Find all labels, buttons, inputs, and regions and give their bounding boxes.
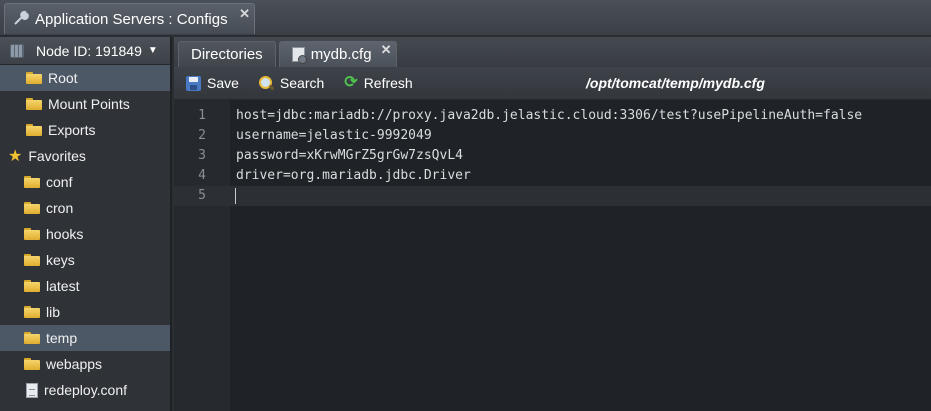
tree-item-temp[interactable]: temp xyxy=(0,325,170,351)
window-title: Application Servers : Configs xyxy=(35,10,228,28)
file-icon xyxy=(26,382,38,398)
tree-item-label: webapps xyxy=(46,356,103,372)
search-icon xyxy=(258,75,274,91)
editor-tab-bar: Directories mydb.cfg ✕ xyxy=(174,37,931,67)
window-tab-configs[interactable]: Application Servers : Configs ✕ xyxy=(4,3,255,34)
folder-icon xyxy=(24,332,40,344)
node-label: Node ID: 191849 xyxy=(36,42,142,59)
folder-icon xyxy=(24,176,40,188)
tree-item-label: latest xyxy=(46,278,80,294)
tree-item-latest[interactable]: latest xyxy=(0,273,170,299)
tab-directories[interactable]: Directories xyxy=(178,41,276,67)
editor-panel: Directories mydb.cfg ✕ Save Search ⟳ Ref… xyxy=(174,37,931,411)
line-text: password=xKrwMGrZ5grGw7zsQvL4 xyxy=(236,148,463,163)
tree-item-favorites[interactable]: ★ Favorites xyxy=(0,143,170,169)
code-line[interactable]: 2 username=jelastic-9992049 xyxy=(174,126,931,146)
close-tab-icon[interactable]: ✕ xyxy=(381,42,392,58)
tree-item-label: hooks xyxy=(46,226,84,242)
folder-icon xyxy=(24,228,40,240)
code-line-current[interactable]: 5 xyxy=(174,186,931,206)
code-line[interactable]: 1 host=jdbc:mariadb://proxy.java2db.jela… xyxy=(174,106,931,126)
tree-item-label: Root xyxy=(48,70,78,86)
code-line[interactable]: 3 password=xKrwMGrZ5grGw7zsQvL4 xyxy=(174,146,931,166)
line-number: 1 xyxy=(198,108,206,123)
tab-mydb-cfg[interactable]: mydb.cfg ✕ xyxy=(278,41,397,67)
folder-icon xyxy=(24,306,40,318)
refresh-button[interactable]: ⟳ Refresh xyxy=(344,74,413,92)
editor-toolbar: Save Search ⟳ Refresh /opt/tomcat/temp/m… xyxy=(174,67,931,100)
chevron-down-icon[interactable]: ▼ xyxy=(148,45,158,56)
code-line[interactable]: 4 driver=org.mariadb.jdbc.Driver xyxy=(174,166,931,186)
close-window-icon[interactable]: ✕ xyxy=(239,6,250,22)
tree-item-mount-points[interactable]: Mount Points xyxy=(0,91,170,117)
folder-icon xyxy=(24,254,40,266)
line-number: 5 xyxy=(198,188,206,203)
tree-item-exports[interactable]: Exports xyxy=(0,117,170,143)
tree-item-label: Mount Points xyxy=(48,96,130,112)
text-cursor xyxy=(235,188,236,204)
tree-item-hooks[interactable]: hooks xyxy=(0,221,170,247)
file-path: /opt/tomcat/temp/mydb.cfg xyxy=(586,75,765,91)
wrench-icon xyxy=(13,10,29,29)
tree-item-webapps[interactable]: webapps xyxy=(0,351,170,377)
tree-item-conf[interactable]: conf xyxy=(0,169,170,195)
tree-item-label: lib xyxy=(46,304,61,320)
line-number: 2 xyxy=(198,128,206,143)
line-text: username=jelastic-9992049 xyxy=(236,128,432,143)
tree-item-label: conf xyxy=(46,174,73,190)
node-selector[interactable]: Node ID: 191849 ▼ xyxy=(0,37,170,65)
refresh-icon: ⟳ xyxy=(344,74,358,91)
tree-item-lib[interactable]: lib xyxy=(0,299,170,325)
tree-item-redeploy-conf[interactable]: redeploy.conf xyxy=(0,377,170,403)
search-button[interactable]: Search xyxy=(258,75,325,91)
tree-item-root[interactable]: Root xyxy=(0,65,170,91)
save-label: Save xyxy=(207,75,239,91)
node-icon xyxy=(10,43,24,58)
star-icon: ★ xyxy=(8,148,23,165)
code-editor[interactable]: 1 host=jdbc:mariadb://proxy.java2db.jela… xyxy=(174,100,931,411)
folder-icon xyxy=(24,358,40,370)
tree-item-label: temp xyxy=(46,330,78,346)
save-icon xyxy=(186,75,201,91)
tree-item-label: keys xyxy=(46,252,75,268)
folder-icon xyxy=(26,98,42,110)
search-label: Search xyxy=(279,75,325,91)
tree-item-label: Exports xyxy=(48,122,96,138)
window-tab-bar: Application Servers : Configs ✕ xyxy=(0,0,931,36)
folder-icon xyxy=(26,124,42,136)
sidebar: Node ID: 191849 ▼ Root Mount Points Expo… xyxy=(0,37,172,411)
config-file-icon xyxy=(291,47,307,64)
line-number: 4 xyxy=(198,168,206,183)
folder-icon xyxy=(24,280,40,292)
folder-icon xyxy=(26,72,42,84)
tree-item-cron[interactable]: cron xyxy=(0,195,170,221)
save-button[interactable]: Save xyxy=(186,75,239,91)
tree-item-keys[interactable]: keys xyxy=(0,247,170,273)
tree-item-label: cron xyxy=(46,200,74,216)
line-number: 3 xyxy=(198,148,206,163)
tree-item-label: redeploy.conf xyxy=(44,382,128,398)
tree-item-label: Favorites xyxy=(28,148,86,164)
refresh-label: Refresh xyxy=(363,75,413,91)
folder-icon xyxy=(24,202,40,214)
line-text: host=jdbc:mariadb://proxy.java2db.jelast… xyxy=(236,108,863,123)
line-text: driver=org.mariadb.jdbc.Driver xyxy=(236,168,471,183)
tab-label: mydb.cfg xyxy=(310,46,372,63)
